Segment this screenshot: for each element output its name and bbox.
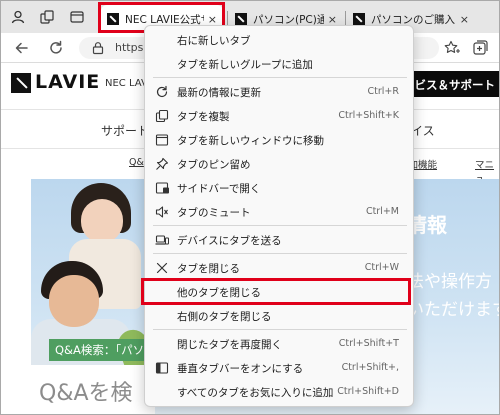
menu-item-favorite-all[interactable]: すべてのタブをお気に入りに追加 Ctrl+Shift+D xyxy=(145,381,413,403)
menu-item-label: 右側のタブを閉じる xyxy=(177,311,272,323)
menu-item-close-right-tabs[interactable]: 右側のタブを閉じる xyxy=(145,305,413,327)
mute-icon xyxy=(155,205,169,219)
new-window-icon xyxy=(155,133,169,147)
menu-separator xyxy=(153,225,407,226)
menu-item-shortcut: Ctrl+Shift+, xyxy=(341,362,399,373)
close-tab-icon[interactable]: × xyxy=(460,13,469,26)
tab-divider xyxy=(227,11,228,25)
menu-item-shortcut: Ctrl+M xyxy=(365,206,399,217)
menu-item-label: 右に新しいタブ xyxy=(177,35,251,47)
menu-item-label: 垂直タブバーをオンにする xyxy=(177,363,304,375)
menu-item-add-to-group[interactable]: タブを新しいグループに追加 xyxy=(145,53,413,75)
menu-item-label: タブを複製 xyxy=(177,111,230,123)
lock-icon[interactable] xyxy=(91,41,105,55)
menu-item-label: 閉じたタブを再度開く xyxy=(177,339,282,351)
site-logo[interactable]: LAVIE xyxy=(35,71,100,93)
vertical-tabs-icon xyxy=(155,361,169,375)
tab-actions-icon[interactable] xyxy=(69,9,85,25)
lavie-favicon-icon xyxy=(353,13,365,25)
menu-item-shortcut: Ctrl+Shift+K xyxy=(338,110,399,121)
sidebar-icon xyxy=(155,181,169,195)
menu-separator xyxy=(153,329,407,330)
menu-item-label: タブのミュート xyxy=(177,207,251,219)
pin-icon xyxy=(155,157,169,171)
collections-icon[interactable] xyxy=(471,39,489,57)
workspaces-icon[interactable] xyxy=(39,9,55,25)
profile-icon[interactable] xyxy=(10,9,26,25)
menu-item-close-tab[interactable]: タブを閉じる Ctrl+W xyxy=(145,257,413,279)
menu-item-pin[interactable]: タブのピン留め xyxy=(145,153,413,175)
send-device-icon xyxy=(155,233,169,247)
favorites-icon[interactable] xyxy=(443,39,461,57)
menu-item-shortcut: Ctrl+W xyxy=(364,262,399,273)
hero-line-3: いただけます xyxy=(407,300,500,320)
close-icon xyxy=(155,261,169,275)
menu-item-shortcut: Ctrl+Shift+T xyxy=(338,338,399,349)
qa-link[interactable]: Q& xyxy=(129,157,144,168)
menu-item-label: すべてのタブをお気に入りに追加 xyxy=(177,387,334,399)
menu-separator xyxy=(153,77,407,78)
menu-item-label: デバイスにタブを送る xyxy=(177,235,282,247)
menu-item-label: タブを閉じる xyxy=(177,263,240,275)
father-face xyxy=(49,275,99,327)
refresh-icon[interactable] xyxy=(47,39,65,57)
menu-item-duplicate[interactable]: タブを複製 Ctrl+Shift+K xyxy=(145,105,413,127)
close-tab-icon[interactable]: × xyxy=(328,13,337,26)
lavie-favicon-icon xyxy=(235,13,247,25)
menu-item-label: サイドバーで開く xyxy=(177,183,261,195)
child-face xyxy=(81,199,123,243)
menu-item-move-new-window[interactable]: タブを新しいウィンドウに移動 xyxy=(145,129,413,151)
menu-item-label: タブを新しいウィンドウに移動 xyxy=(177,135,324,147)
menu-item-reopen-closed[interactable]: 閉じたタブを再度開く Ctrl+Shift+T xyxy=(145,333,413,355)
menu-separator xyxy=(153,253,407,254)
menu-item-shortcut: Ctrl+Shift+D xyxy=(337,386,399,397)
close-other-tabs-highlight xyxy=(141,278,411,305)
tab-context-menu: 右に新しいタブ タブを新しいグループに追加 最新の情報に更新 Ctrl+R タブ… xyxy=(144,25,414,407)
subnav-right-link[interactable]: イス xyxy=(411,122,435,139)
menu-item-vertical-tabs[interactable]: 垂直タブバーをオンにする Ctrl+Shift+, xyxy=(145,357,413,379)
refresh-icon xyxy=(155,85,169,99)
menu-item-label: タブのピン留め xyxy=(177,159,251,171)
tab-divider xyxy=(345,11,346,25)
menu-item-refresh[interactable]: 最新の情報に更新 Ctrl+R xyxy=(145,81,413,103)
back-icon[interactable] xyxy=(13,39,31,57)
menu-item-mute[interactable]: タブのミュート Ctrl+M xyxy=(145,201,413,223)
qa-search-placeholder: Q&Aを検 xyxy=(39,381,133,406)
menu-item-new-tab-right[interactable]: 右に新しいタブ xyxy=(145,29,413,51)
duplicate-icon xyxy=(155,109,169,123)
subnav-support-link[interactable]: サポート xyxy=(101,122,149,139)
qa-search-box[interactable]: Q&Aを検 xyxy=(25,365,155,414)
menu-item-send-device[interactable]: デバイスにタブを送る xyxy=(145,229,413,251)
browser-window: NEC LAVIE公式サイ × パソコン(PC)通販のN × パソコンのご購入は… xyxy=(0,0,500,415)
qa-search-label: Q&A検索：「パソコン xyxy=(49,339,155,361)
menu-item-shortcut: Ctrl+R xyxy=(367,86,399,97)
menu-item-label: 最新の情報に更新 xyxy=(177,87,261,99)
menu-item-label: タブを新しいグループに追加 xyxy=(177,59,313,71)
lavie-logo-icon[interactable] xyxy=(11,73,31,93)
menu-item-open-sidebar[interactable]: サイドバーで開く xyxy=(145,177,413,199)
hero-line-2: 法や操作方 xyxy=(407,272,492,292)
